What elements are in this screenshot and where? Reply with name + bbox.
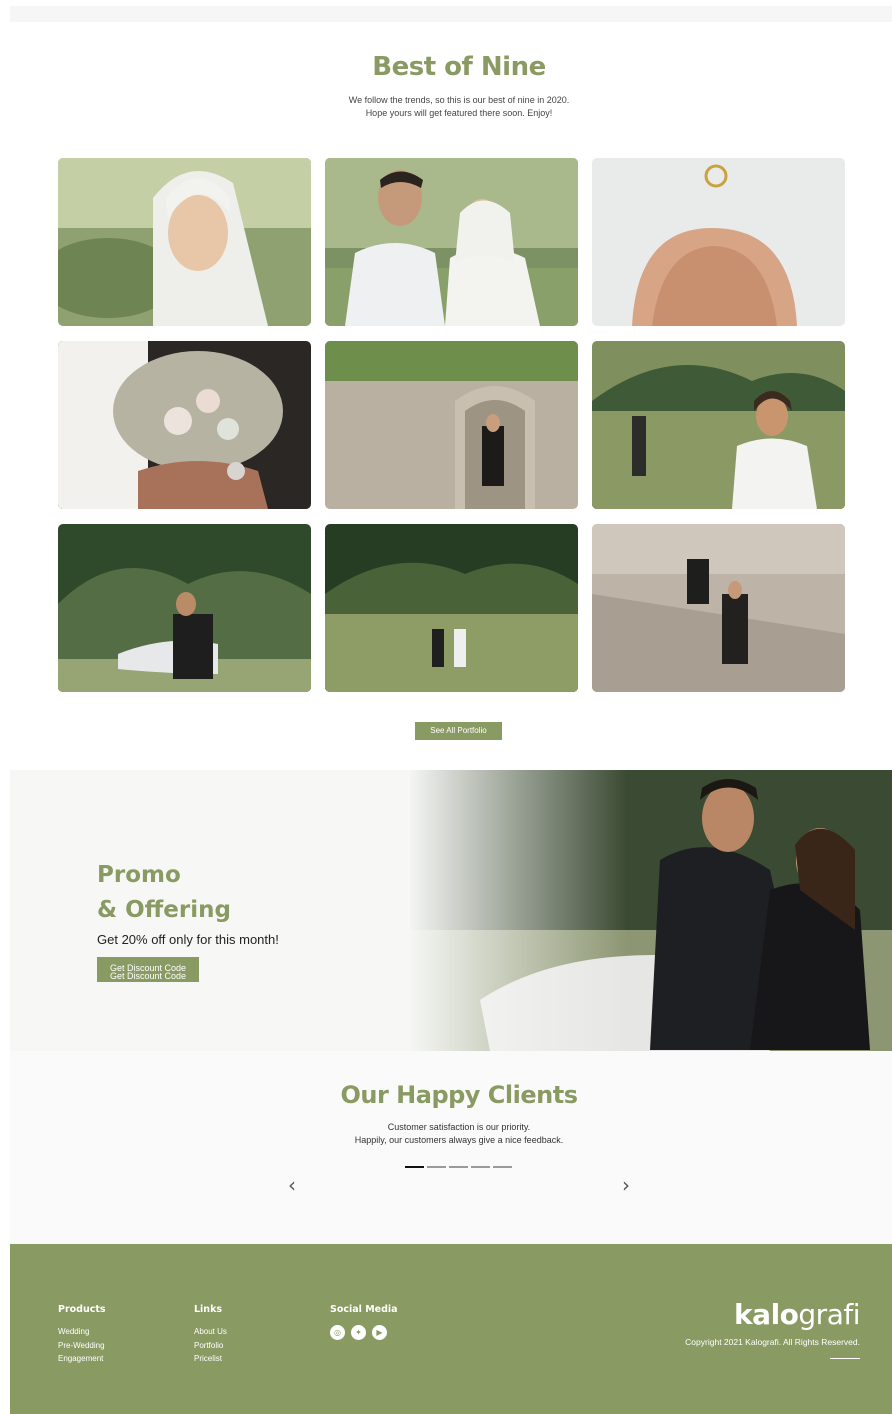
brand-logo-bold: kalo — [734, 1298, 799, 1331]
gallery-photo[interactable] — [592, 524, 845, 692]
footer-social-column: Social Media ◎ ✦ ▶ — [330, 1304, 398, 1340]
happy-clients-subtitle: Customer satisfaction is our priority. H… — [10, 1121, 892, 1147]
brand-logo-light: grafi — [798, 1298, 860, 1331]
footer-link-pricelist[interactable]: Pricelist — [194, 1352, 227, 1366]
discount-button-label-2: Get Discount Code — [109, 971, 187, 981]
footer-divider — [830, 1358, 860, 1359]
gallery-photo[interactable] — [592, 158, 845, 326]
carousel-dot[interactable] — [493, 1166, 512, 1168]
carousel-dot[interactable] — [427, 1166, 446, 1168]
footer-social-heading: Social Media — [330, 1304, 398, 1315]
promo-title-line2: & Offering — [97, 897, 231, 923]
footer-link-about-us[interactable]: About Us — [194, 1325, 227, 1339]
portfolio-gallery — [58, 158, 846, 692]
gallery-photo[interactable] — [58, 341, 311, 509]
promo-description: Get 20% off only for this month! — [97, 932, 279, 947]
best-of-nine-subtitle-line1: We follow the trends, so this is our bes… — [348, 95, 570, 105]
instagram-icon[interactable]: ◎ — [330, 1325, 345, 1340]
best-of-nine-subtitle-line2: Hope yours will get featured there soon.… — [365, 108, 553, 118]
footer-link-wedding[interactable]: Wedding — [58, 1325, 106, 1339]
promo-section: Promo & Offering Get 20% off only for th… — [10, 770, 892, 1051]
get-discount-code-button[interactable]: Get Discount Code Get Discount Code — [97, 957, 199, 982]
footer-link-engagement[interactable]: Engagement — [58, 1352, 106, 1366]
see-all-portfolio-button[interactable]: See All Portfolio — [415, 722, 502, 740]
best-of-nine-subtitle: We follow the trends, so this is our bes… — [0, 94, 892, 120]
gallery-photo[interactable] — [58, 158, 311, 326]
gallery-photo[interactable] — [58, 524, 311, 692]
carousel-dot[interactable] — [449, 1166, 468, 1168]
happy-clients-subtitle-line2: Happily, our customers always give a nic… — [354, 1135, 564, 1145]
copyright-text: Copyright 2021 Kalografi. All Rights Res… — [685, 1337, 860, 1347]
carousel-dot[interactable] — [405, 1166, 424, 1168]
footer-links-heading: Links — [194, 1304, 223, 1315]
footer-link-portfolio[interactable]: Portfolio — [194, 1339, 227, 1353]
top-strip — [10, 6, 892, 22]
youtube-icon[interactable]: ▶ — [372, 1325, 387, 1340]
footer-links-column: Links About Us Portfolio Pricelist — [194, 1304, 227, 1366]
chevron-right-icon[interactable]: › — [616, 1173, 636, 1197]
footer: Products Wedding Pre-Wedding Engagement … — [10, 1244, 892, 1414]
happy-clients-subtitle-line1: Customer satisfaction is our priority. — [387, 1122, 531, 1132]
chevron-left-icon[interactable]: ‹ — [282, 1173, 302, 1197]
carousel-dot[interactable] — [471, 1166, 490, 1168]
twitter-icon[interactable]: ✦ — [351, 1325, 366, 1340]
brand-logo[interactable]: kalografi — [734, 1298, 860, 1331]
gallery-photo[interactable] — [325, 341, 578, 509]
promo-title-line1: Promo — [97, 862, 181, 888]
footer-link-pre-wedding[interactable]: Pre-Wedding — [58, 1339, 106, 1353]
happy-clients-title: Our Happy Clients — [340, 1081, 578, 1109]
carousel-indicators — [405, 1166, 512, 1169]
gallery-photo[interactable] — [325, 524, 578, 692]
gallery-photo[interactable] — [325, 158, 578, 326]
footer-products-heading: Products — [58, 1304, 106, 1315]
footer-products-column: Products Wedding Pre-Wedding Engagement — [58, 1304, 106, 1366]
social-icons: ◎ ✦ ▶ — [330, 1325, 398, 1340]
happy-clients-section: Our Happy Clients Customer satisfaction … — [10, 1051, 892, 1244]
promo-title: Promo & Offering — [97, 858, 231, 928]
gallery-photo[interactable] — [592, 341, 845, 509]
best-of-nine-title: Best of Nine — [372, 52, 546, 82]
